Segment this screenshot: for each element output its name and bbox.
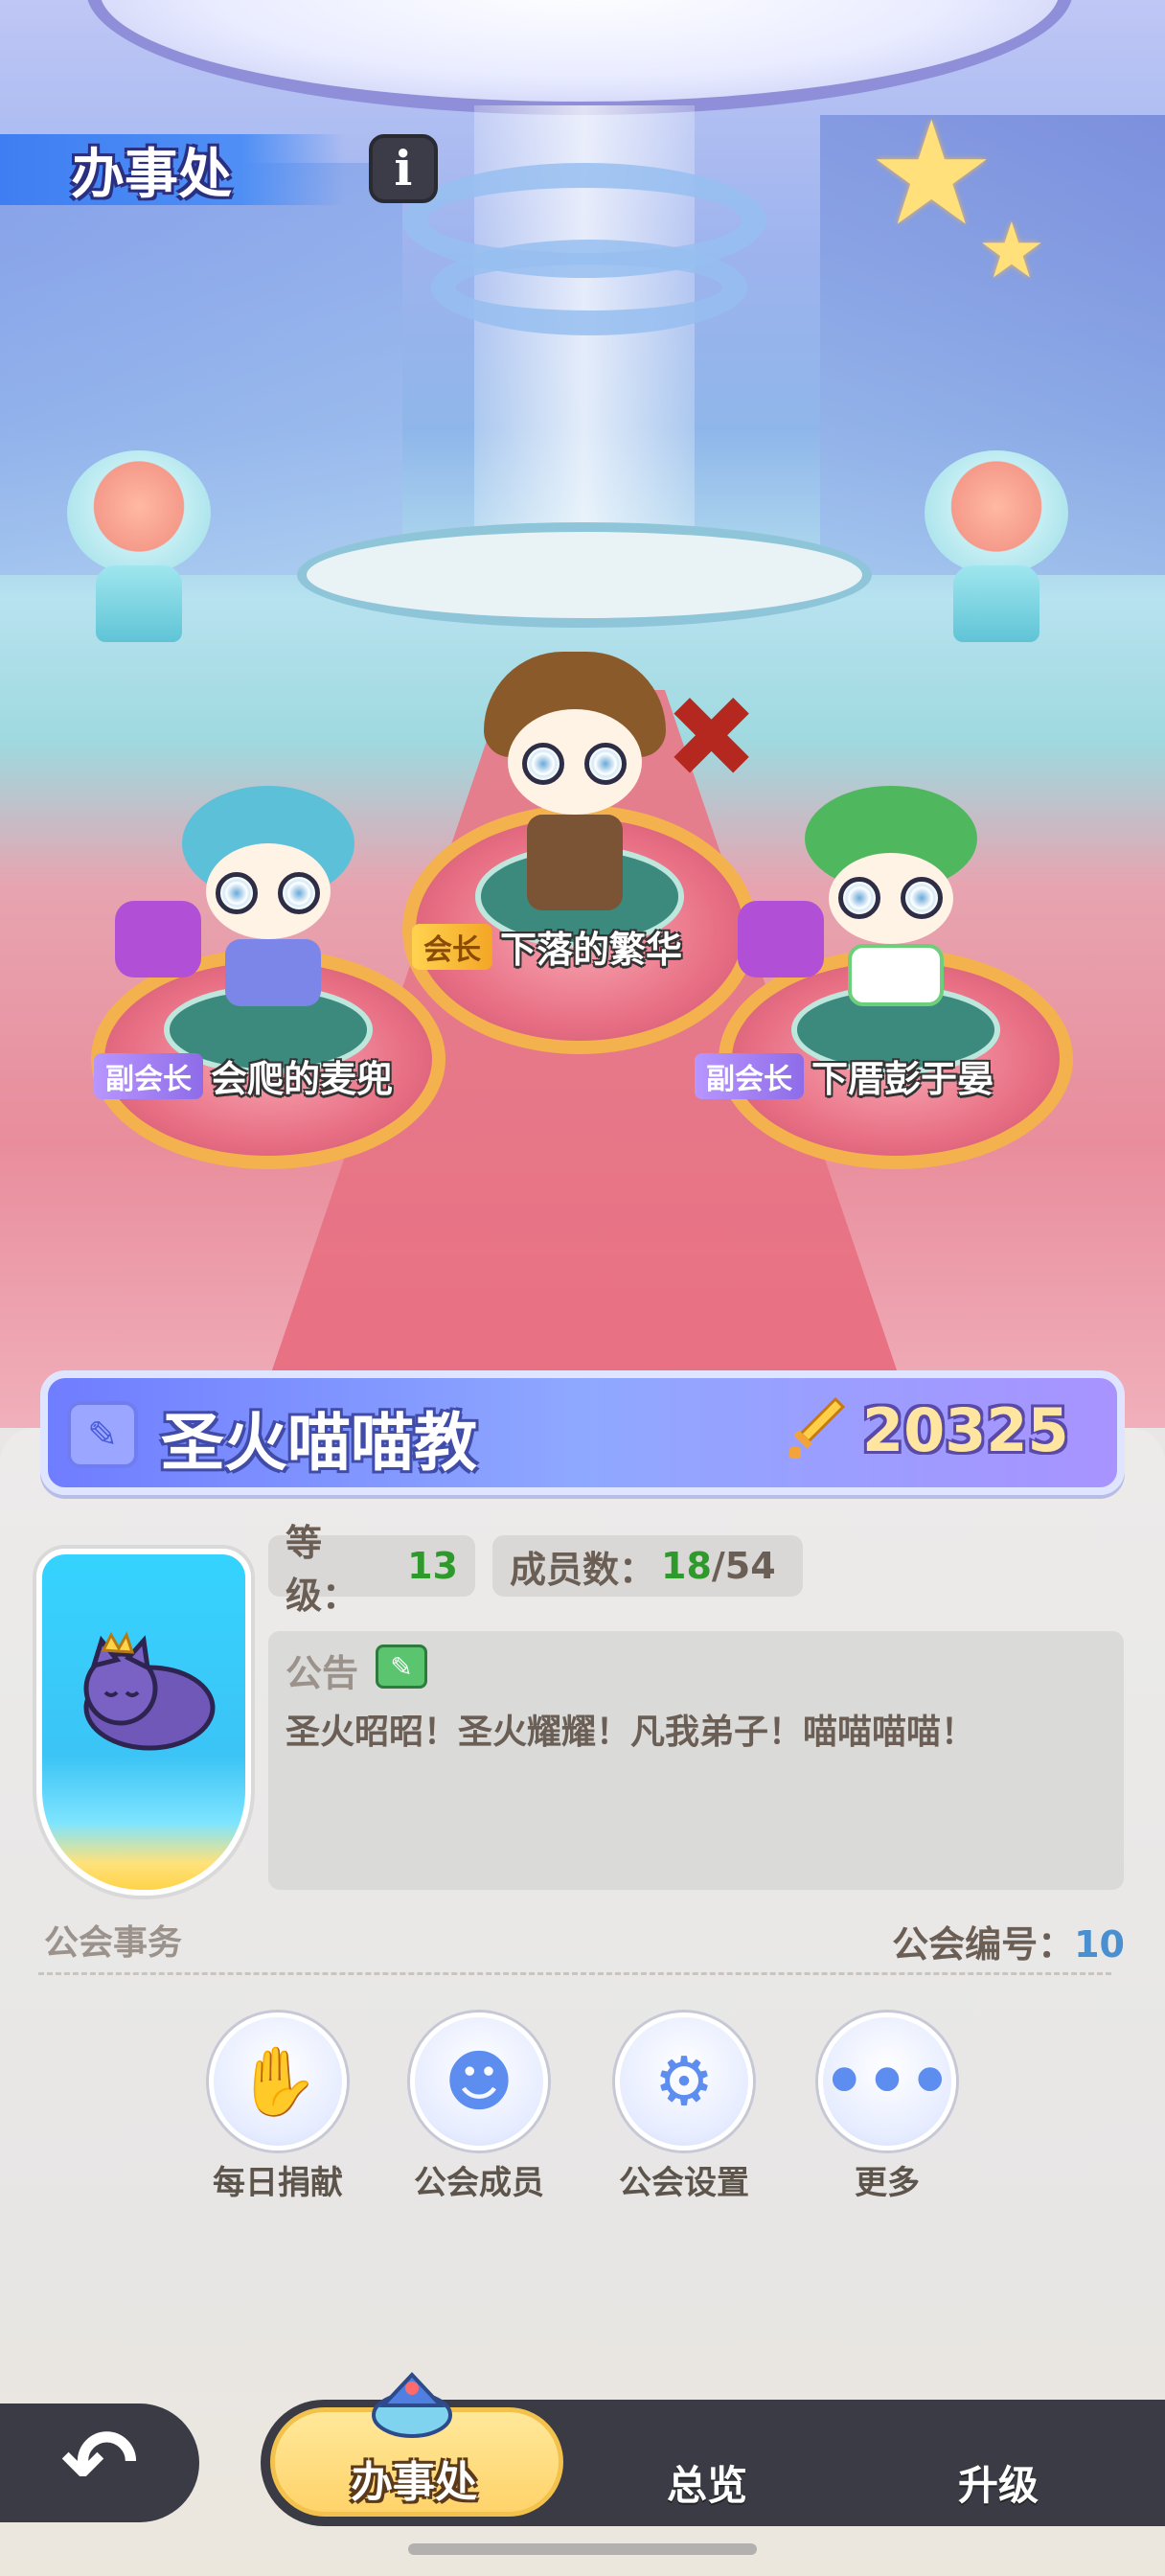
home-indicator[interactable] [408,2543,757,2555]
guild-power-value: 20325 [862,1395,1069,1465]
hammer-icon [115,901,201,978]
level-stat: 等级： 13 [268,1522,475,1617]
member-icon: ☻ [410,2012,548,2150]
guild-hall-scene: ★ ★ ✚ 会长 下落的繁华 副会长 会爬的麦兜 副会长 下厝彭于晏 办事处 ℹ [0,0,1165,1428]
leader-nameplate: 会长 下落的繁华 [412,920,682,973]
back-button[interactable]: ↶ [0,2404,199,2522]
info-button[interactable]: ℹ [369,134,438,203]
pencil-icon: ✎ [390,1650,413,1683]
lion-statue-right [925,450,1068,642]
page-title: 办事处 [0,134,345,206]
mascot-hat-icon [372,2372,452,2438]
vice-right-nameplate: 副会长 下厝彭于晏 [695,1049,994,1102]
guild-name: 圣火喵喵教 [161,1406,477,1480]
notice-text: 圣火昭昭！圣火耀耀！凡我弟子！喵喵喵喵！ [286,1713,976,1752]
vice-left-character[interactable] [172,786,374,1006]
tab-office-label: 办事处 [351,2458,477,2507]
donate-hand-icon: ✋ [209,2012,347,2150]
vice-right-name: 下厝彭于晏 [811,1058,994,1100]
tab-upgrade[interactable]: 升级 [958,2453,1039,2512]
guild-id: 公会编号：10 [892,1915,1125,1967]
sword-icon [789,1397,845,1459]
pencil-icon: ✎ [87,1414,118,1456]
edit-notice-button[interactable]: ✎ [376,1644,427,1689]
members-stat: 成员数： 18 /54 [492,1535,803,1597]
vice-right-character[interactable] [795,786,996,1006]
holo-ring [431,240,747,335]
guild-settings-label: 公会设置 [619,2164,749,2202]
guild-members-label: 公会成员 [414,2164,544,2202]
back-platform [297,522,872,628]
tab-overview[interactable]: 总览 [667,2453,747,2512]
gear-icon: ⚙ [615,2012,753,2150]
daily-donate-label: 每日捐献 [213,2164,343,2202]
hammer-icon [738,901,824,978]
members-current: 18 [661,1545,712,1587]
more-dots-icon: ••• [818,2012,956,2150]
level-label: 等级： [286,1522,359,1617]
vice-left-name: 会爬的麦兜 [211,1058,394,1100]
guild-settings-button[interactable]: ⚙ 公会设置 [607,2012,761,2203]
leader-role-badge: 会长 [412,923,492,970]
edit-guild-button[interactable]: ✎ [67,1401,138,1468]
guild-id-label: 公会编号： [892,1923,1075,1966]
sleeping-cat-icon [83,1631,216,1751]
guild-members-button[interactable]: ☻ 公会成员 [402,2012,556,2203]
guild-id-value: 10 [1074,1923,1125,1966]
star-icon: ★ [977,206,1046,295]
leader-name: 下落的繁华 [500,929,683,971]
level-value: 13 [407,1545,458,1587]
leader-character[interactable] [469,652,690,920]
more-button[interactable]: ••• 更多 [811,2012,964,2203]
divider [38,1972,1111,1975]
vice-left-role-badge: 副会长 [94,1052,203,1099]
affairs-label: 公会事务 [44,1923,183,1963]
back-arrow-icon: ↶ [60,2409,139,2517]
lion-statue-left [67,450,211,642]
info-icon: ℹ [394,141,413,196]
members-label: 成员数： [510,1548,656,1591]
vice-right-role-badge: 副会长 [695,1052,804,1099]
notice-label: 公告 [286,1652,359,1694]
members-max: /54 [711,1545,776,1587]
vice-left-nameplate: 副会长 会爬的麦兜 [94,1049,393,1102]
more-label: 更多 [855,2164,920,2202]
daily-donate-button[interactable]: ✋ 每日捐献 [201,2012,354,2203]
